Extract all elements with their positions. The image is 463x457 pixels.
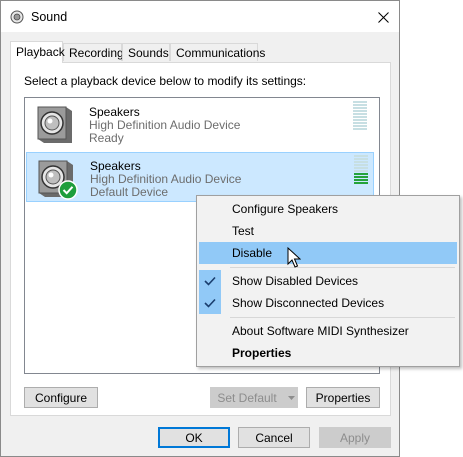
volume-meter (353, 101, 367, 131)
meter-segment (353, 125, 367, 127)
meter-segment (354, 179, 368, 181)
meter-segment (353, 128, 367, 130)
ok-button[interactable]: OK (158, 427, 230, 448)
properties-button[interactable]: Properties (306, 387, 380, 408)
meter-segment (354, 158, 368, 160)
tab-playback[interactable]: Playback (10, 41, 65, 63)
meter-segment (354, 164, 368, 166)
context-menu: Configure Speakers Test Disable Show Dis… (196, 195, 460, 367)
device-description: High Definition Audio Device (89, 118, 241, 132)
check-icon (199, 292, 221, 314)
meter-segment (353, 101, 367, 103)
tab-sounds[interactable]: Sounds (122, 43, 170, 61)
apply-button: Apply (319, 427, 391, 448)
instruction-text: Select a playback device below to modify… (24, 74, 307, 88)
meter-segment (354, 176, 368, 178)
meter-segment (353, 113, 367, 115)
menu-item-show-disconnected[interactable]: Show Disconnected Devices (199, 292, 457, 314)
meter-segment (353, 104, 367, 106)
menu-item-disable[interactable]: Disable (199, 242, 457, 264)
close-icon (377, 11, 389, 23)
tab-recording[interactable]: Recording (63, 43, 124, 61)
title-bar: Sound (1, 1, 399, 32)
configure-button[interactable]: Configure (24, 387, 98, 408)
meter-segment (354, 155, 368, 157)
check-icon (199, 270, 221, 292)
cancel-button[interactable]: Cancel (238, 427, 310, 448)
tab-communications[interactable]: Communications (170, 43, 265, 61)
chevron-down-icon (287, 395, 295, 400)
device-status: Default Device (90, 185, 169, 199)
menu-separator (230, 317, 455, 318)
volume-meter (354, 155, 368, 185)
default-device-check-icon (58, 180, 78, 200)
sound-icon (10, 10, 24, 24)
set-default-dropdown (284, 387, 298, 408)
menu-item-configure-speakers[interactable]: Configure Speakers (199, 198, 457, 220)
meter-segment (354, 182, 368, 184)
close-button[interactable] (373, 7, 393, 27)
meter-segment (354, 173, 368, 175)
menu-separator (230, 267, 455, 268)
device-description: High Definition Audio Device (90, 172, 242, 186)
meter-segment (354, 170, 368, 172)
menu-item-test[interactable]: Test (199, 220, 457, 242)
device-name: Speakers (90, 159, 141, 173)
menu-item-label: Show Disconnected Devices (232, 296, 385, 310)
menu-item-show-disabled[interactable]: Show Disabled Devices (199, 270, 457, 292)
meter-segment (354, 167, 368, 169)
meter-segment (353, 110, 367, 112)
speaker-icon (37, 106, 72, 143)
device-item[interactable]: Speakers High Definition Audio Device Re… (26, 99, 374, 149)
meter-segment (353, 119, 367, 121)
meter-segment (354, 161, 368, 163)
meter-segment (353, 107, 367, 109)
meter-segment (353, 116, 367, 118)
menu-item-properties[interactable]: Properties (199, 342, 457, 364)
mouse-cursor-icon (287, 247, 301, 268)
meter-segment (353, 122, 367, 124)
menu-item-label: Show Disabled Devices (232, 274, 359, 288)
device-status: Ready (89, 131, 124, 145)
device-name: Speakers (89, 105, 140, 119)
window-title: Sound (31, 10, 68, 24)
set-default-button: Set Default (210, 387, 284, 408)
menu-item-about-midi[interactable]: About Software MIDI Synthesizer (199, 320, 457, 342)
